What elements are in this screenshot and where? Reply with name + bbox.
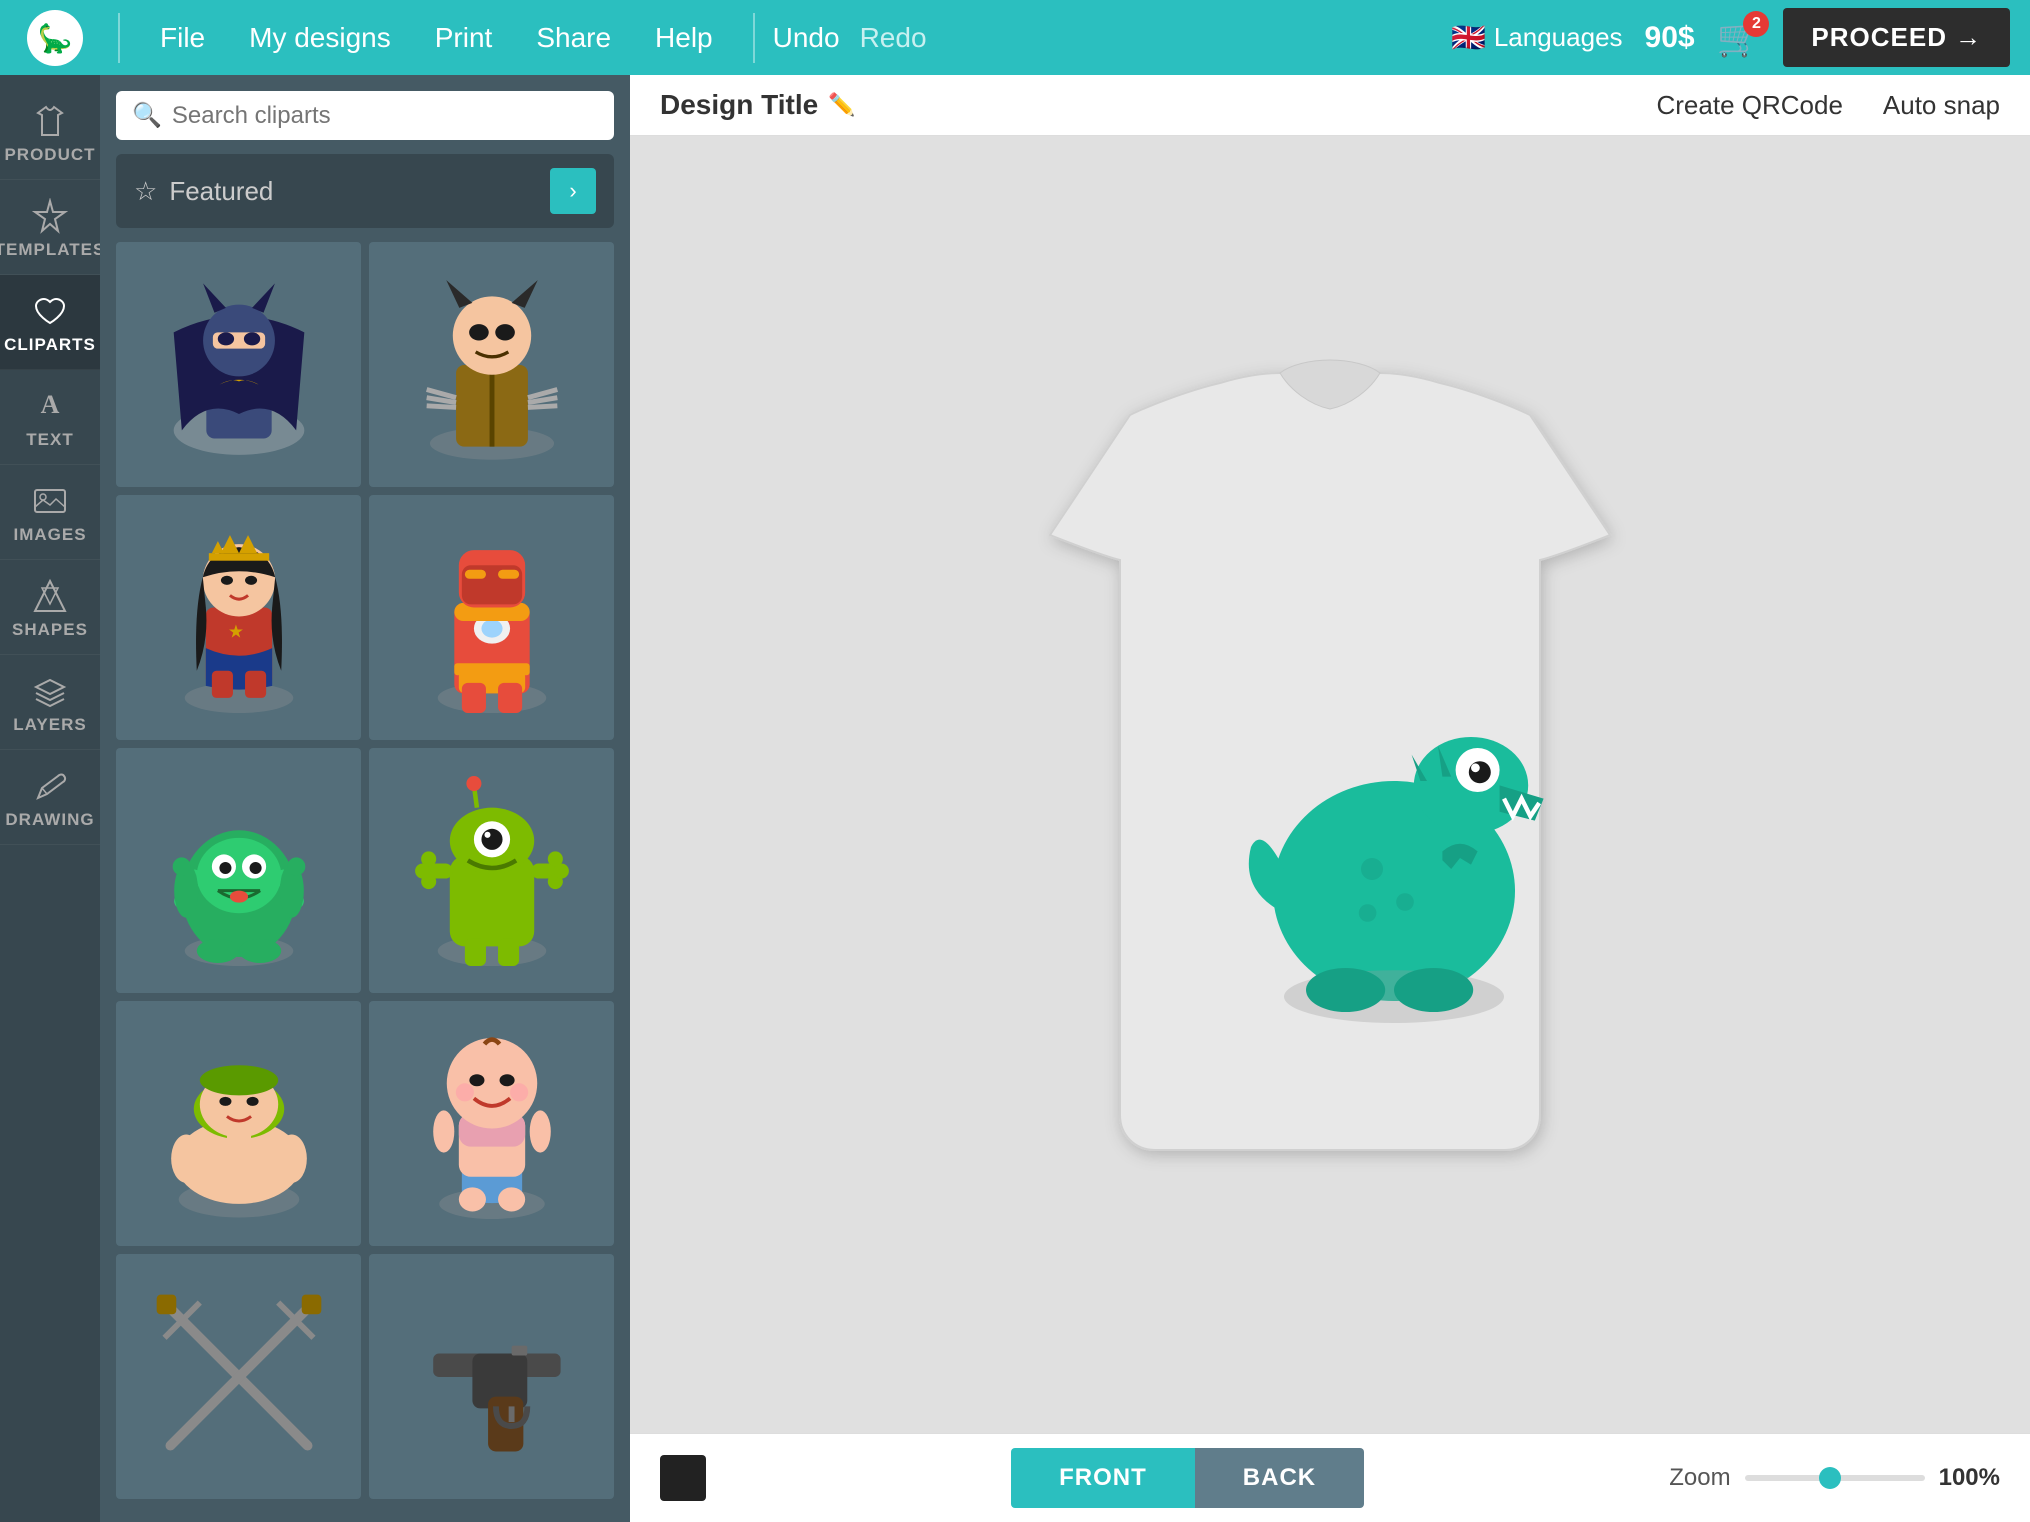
zoom-label: Zoom [1669, 1464, 1730, 1492]
shapes-icon [32, 578, 68, 614]
search-input[interactable] [172, 102, 598, 130]
cliparts-icon [32, 293, 68, 329]
topbar: 🦕 File My designs Print Share Help Undo … [0, 0, 2030, 75]
nav-file[interactable]: File [138, 22, 227, 54]
cart-button[interactable]: 🛒 2 [1717, 17, 1762, 59]
clipart-green-monster[interactable] [116, 748, 361, 993]
header-actions: Create QRCode Auto snap [1656, 90, 2000, 121]
clipart-iron-man[interactable] [369, 495, 614, 740]
auto-snap-button[interactable]: Auto snap [1883, 90, 2000, 121]
color-swatch[interactable] [660, 1455, 706, 1501]
clipart-swords[interactable] [116, 1254, 361, 1499]
svg-text:A: A [41, 390, 60, 419]
design-title: Design Title ✏️ [660, 89, 856, 121]
undo-button[interactable]: Undo [773, 22, 840, 54]
zoom-slider[interactable] [1745, 1475, 1925, 1481]
drawing-icon [32, 768, 68, 804]
shirt-icon [32, 103, 68, 139]
tshirt-container[interactable] [930, 335, 1730, 1235]
sidebar-item-images[interactable]: IMAGES [0, 465, 100, 560]
front-button[interactable]: FRONT [1011, 1448, 1195, 1508]
zoom-percentage: 100% [1939, 1464, 2000, 1492]
nav-help[interactable]: Help [633, 22, 735, 54]
back-button[interactable]: BACK [1195, 1448, 1364, 1508]
undo-redo-group: Undo Redo [773, 22, 927, 54]
proceed-label: PROCEED [1811, 22, 1947, 53]
clipart-alien-monster[interactable] [369, 748, 614, 993]
featured-label: Featured [169, 176, 273, 207]
sidebar-item-text[interactable]: A TEXT [0, 370, 100, 465]
sidebar-images-label: IMAGES [13, 525, 86, 545]
nav-my-designs[interactable]: My designs [227, 22, 413, 54]
sidebar-item-product[interactable]: PRODUCT [0, 85, 100, 180]
cliparts-grid: ★ [116, 242, 614, 1499]
cliparts-panel: 🔍 ☆ Featured › [100, 75, 630, 1522]
canvas-viewport [630, 136, 2030, 1433]
sidebar-templates-label: TEMPLATES [0, 240, 105, 260]
cart-badge: 2 [1743, 11, 1769, 37]
sidebar-item-cliparts[interactable]: CLIPARTS [0, 275, 100, 370]
svg-text:🦕: 🦕 [38, 22, 73, 55]
sidebar-drawing-label: DRAWING [5, 810, 94, 830]
canvas-area: Design Title ✏️ Create QRCode Auto snap [630, 75, 2030, 1522]
clipart-baby[interactable] [369, 1001, 614, 1246]
sidebar-item-drawing[interactable]: DRAWING [0, 750, 100, 845]
proceed-button[interactable]: PROCEED → [1783, 8, 2010, 67]
svg-text:★: ★ [227, 621, 243, 641]
featured-bar[interactable]: ☆ Featured › [116, 154, 614, 228]
price-display: 90$ [1645, 21, 1695, 55]
nav-menu: File My designs Print Share Help [138, 22, 735, 54]
layers-icon [32, 673, 68, 709]
clipart-wolverine[interactable] [369, 242, 614, 487]
canvas-footer: FRONT BACK Zoom 100% [630, 1433, 2030, 1522]
sidebar-product-label: PRODUCT [4, 145, 95, 165]
sidebar-item-templates[interactable]: TEMPLATES [0, 180, 100, 275]
create-qr-button[interactable]: Create QRCode [1656, 90, 1842, 121]
clipart-bald-man[interactable] [116, 1001, 361, 1246]
nav-divider [118, 13, 120, 63]
featured-left: ☆ Featured [134, 176, 273, 207]
tshirt-svg [930, 335, 1730, 1235]
zoom-controls: Zoom 100% [1669, 1464, 2000, 1492]
logo[interactable]: 🦕 [20, 8, 90, 68]
sidebar-cliparts-label: CLIPARTS [4, 335, 96, 355]
sidebar-text-label: TEXT [26, 430, 73, 450]
images-icon [32, 483, 68, 519]
clipart-batman[interactable] [116, 242, 361, 487]
front-back-buttons: FRONT BACK [1011, 1448, 1364, 1508]
star-icon: ☆ [134, 176, 157, 207]
sidebar: PRODUCT TEMPLATES CLIPARTS A TEXT [0, 75, 100, 1522]
main-layout: PRODUCT TEMPLATES CLIPARTS A TEXT [0, 75, 2030, 1522]
clipart-wonder-woman[interactable]: ★ [116, 495, 361, 740]
canvas-header: Design Title ✏️ Create QRCode Auto snap [630, 75, 2030, 136]
design-title-text: Design Title [660, 89, 818, 121]
search-icon: 🔍 [132, 101, 162, 130]
sidebar-item-shapes[interactable]: SHAPES [0, 560, 100, 655]
undo-divider [753, 13, 755, 63]
chevron-right-icon: › [569, 178, 576, 204]
sidebar-layers-label: LAYERS [13, 715, 86, 735]
sidebar-item-layers[interactable]: LAYERS [0, 655, 100, 750]
clipart-gun[interactable] [369, 1254, 614, 1499]
language-button[interactable]: 🇬🇧 Languages [1451, 21, 1623, 54]
redo-button[interactable]: Redo [860, 22, 927, 54]
edit-title-icon[interactable]: ✏️ [828, 92, 855, 118]
topbar-right: 🇬🇧 Languages 90$ 🛒 2 PROCEED → [1451, 8, 2010, 67]
featured-chevron-button[interactable]: › [550, 168, 596, 214]
flag-icon: 🇬🇧 [1451, 21, 1486, 54]
sidebar-shapes-label: SHAPES [12, 620, 88, 640]
language-label: Languages [1494, 22, 1623, 53]
proceed-arrow-icon: → [1955, 22, 1982, 53]
nav-share[interactable]: Share [514, 22, 633, 54]
search-box: 🔍 [116, 91, 614, 140]
nav-print[interactable]: Print [413, 22, 515, 54]
templates-icon [32, 198, 68, 234]
text-icon: A [32, 388, 68, 424]
